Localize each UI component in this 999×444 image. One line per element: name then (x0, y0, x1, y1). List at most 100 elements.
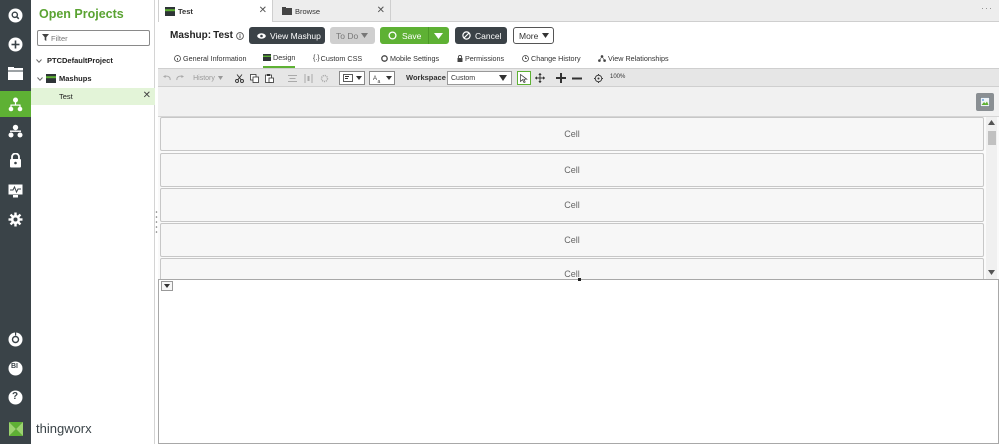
container-dropdown[interactable] (161, 281, 173, 291)
tab-view-relationships[interactable]: View Relationships (598, 49, 669, 68)
close-icon[interactable]: ✕ (377, 5, 385, 16)
workspace-select[interactable]: Custom (447, 71, 512, 85)
group-label: Mashups (59, 74, 92, 83)
tab-browse[interactable]: Browse ✕ (274, 0, 391, 22)
tab-design[interactable]: Design (263, 49, 296, 68)
analytics-label: BI (11, 363, 18, 370)
projects-icon[interactable] (0, 91, 31, 117)
chevron-down-icon[interactable] (36, 58, 42, 64)
more-button[interactable]: More (513, 27, 554, 44)
cancel-button[interactable]: Cancel (455, 27, 507, 44)
design-toolbar: History Aa Workspace Custom 100% (158, 68, 999, 87)
chevron-down-icon[interactable] (37, 76, 43, 82)
localization-dropdown[interactable]: Aa (369, 71, 395, 85)
security-icon[interactable] (6, 151, 25, 170)
add-icon[interactable] (6, 35, 25, 54)
view-mashup-button[interactable]: View Mashup (249, 27, 325, 44)
tab-test[interactable]: Test ✕ (158, 0, 273, 23)
analytics-icon[interactable]: BI (6, 359, 25, 378)
workspace-value: Custom (451, 74, 476, 82)
resize-handle[interactable] (578, 278, 581, 281)
zoom-out-icon[interactable] (571, 71, 583, 85)
settings-icon[interactable] (6, 210, 25, 229)
tab-permissions[interactable]: Permissions (457, 49, 504, 68)
help-label: ? (12, 390, 19, 402)
select-tool-icon[interactable] (517, 71, 531, 85)
layout-icon (342, 74, 353, 82)
button-divider (428, 27, 429, 44)
layout-dropdown[interactable] (339, 71, 365, 85)
list-item[interactable]: Cell (160, 153, 984, 187)
svg-text:a: a (377, 79, 380, 83)
tree-group-row[interactable]: Mashups (31, 70, 155, 87)
list-item[interactable]: Cell (160, 117, 984, 151)
caret-down-icon (385, 76, 392, 80)
caret-down-icon (499, 75, 507, 81)
panel-title: Open Projects (39, 7, 124, 21)
list-item[interactable]: Cell (160, 258, 984, 279)
tab-change-history[interactable]: Change History (522, 49, 581, 68)
redo-icon[interactable] (175, 71, 185, 85)
tab-general-information[interactable]: General Information (174, 49, 247, 68)
tab-mobile-settings[interactable]: Mobile Settings (381, 49, 439, 68)
brand-wordmark: thingworx (36, 421, 92, 436)
translate-icon: Aa (373, 76, 381, 83)
help-center-icon[interactable] (6, 330, 25, 349)
paste-icon[interactable] (264, 71, 275, 85)
history-dropdown[interactable]: History (188, 71, 228, 85)
caret-down-icon (355, 76, 362, 80)
close-icon[interactable]: ✕ (143, 91, 151, 101)
caret-down-icon (217, 76, 223, 80)
settings-icon[interactable] (319, 71, 330, 85)
list-item[interactable]: Cell (160, 223, 984, 257)
list-item[interactable]: Cell (160, 188, 984, 222)
zoom-fit-icon[interactable] (592, 71, 604, 85)
help-icon[interactable]: ? (6, 388, 25, 407)
filter-input[interactable] (51, 32, 147, 44)
scroll-down-icon[interactable] (988, 270, 995, 275)
align-icon[interactable] (287, 71, 298, 85)
monitoring-icon[interactable] (6, 181, 25, 200)
save-button[interactable]: Save (380, 27, 449, 44)
filter-field[interactable] (37, 30, 150, 46)
button-label: Save (402, 30, 422, 41)
close-icon[interactable]: ✕ (259, 5, 267, 16)
info-icon[interactable] (236, 31, 244, 40)
undo-icon[interactable] (162, 71, 172, 85)
lock-icon (457, 55, 463, 62)
scrollbar-thumb[interactable] (988, 131, 996, 145)
title-prefix: Mashup: (170, 30, 212, 41)
zoom-level: 100% (610, 74, 626, 80)
filter-icon (42, 34, 49, 41)
mashup-canvas[interactable]: Cell Cell Cell Cell Cell (158, 87, 999, 444)
tab-custom-css[interactable]: {.} Custom CSS (313, 49, 362, 68)
image-widget[interactable] (976, 93, 994, 111)
tab-overflow-icon[interactable]: ··· (981, 3, 993, 13)
cut-icon[interactable] (234, 71, 245, 85)
search-icon[interactable] (6, 6, 25, 25)
tree-item-row[interactable]: Test ✕ (31, 88, 155, 105)
canvas-header-strip[interactable] (158, 87, 999, 117)
move-tool-icon[interactable] (534, 71, 546, 85)
repeater-widget[interactable]: Cell Cell Cell Cell Cell (158, 117, 999, 279)
tab-label: General Information (183, 54, 247, 63)
zoom-in-icon[interactable] (555, 71, 567, 85)
tree-project-row[interactable]: PTCDefaultProject (31, 52, 155, 69)
tab-label: View Relationships (608, 54, 669, 63)
copy-icon[interactable] (249, 71, 260, 85)
design-icon (263, 54, 271, 61)
todo-button[interactable]: To Do (330, 27, 375, 44)
container-panel[interactable] (158, 278, 999, 444)
left-navigation-rail: BI ? (0, 0, 31, 444)
tab-label: Custom CSS (320, 54, 363, 63)
workspace-label: Workspace (406, 73, 446, 82)
button-label: View Mashup (270, 30, 321, 41)
item-label: Test (59, 92, 73, 101)
title-name: Test (213, 30, 233, 41)
scroll-up-icon[interactable] (988, 120, 995, 125)
distribute-icon[interactable] (303, 71, 314, 85)
vertical-scrollbar[interactable] (986, 117, 997, 279)
caret-down-icon[interactable] (434, 33, 443, 39)
composer-icon[interactable] (6, 122, 25, 141)
browse-icon[interactable] (6, 64, 25, 83)
